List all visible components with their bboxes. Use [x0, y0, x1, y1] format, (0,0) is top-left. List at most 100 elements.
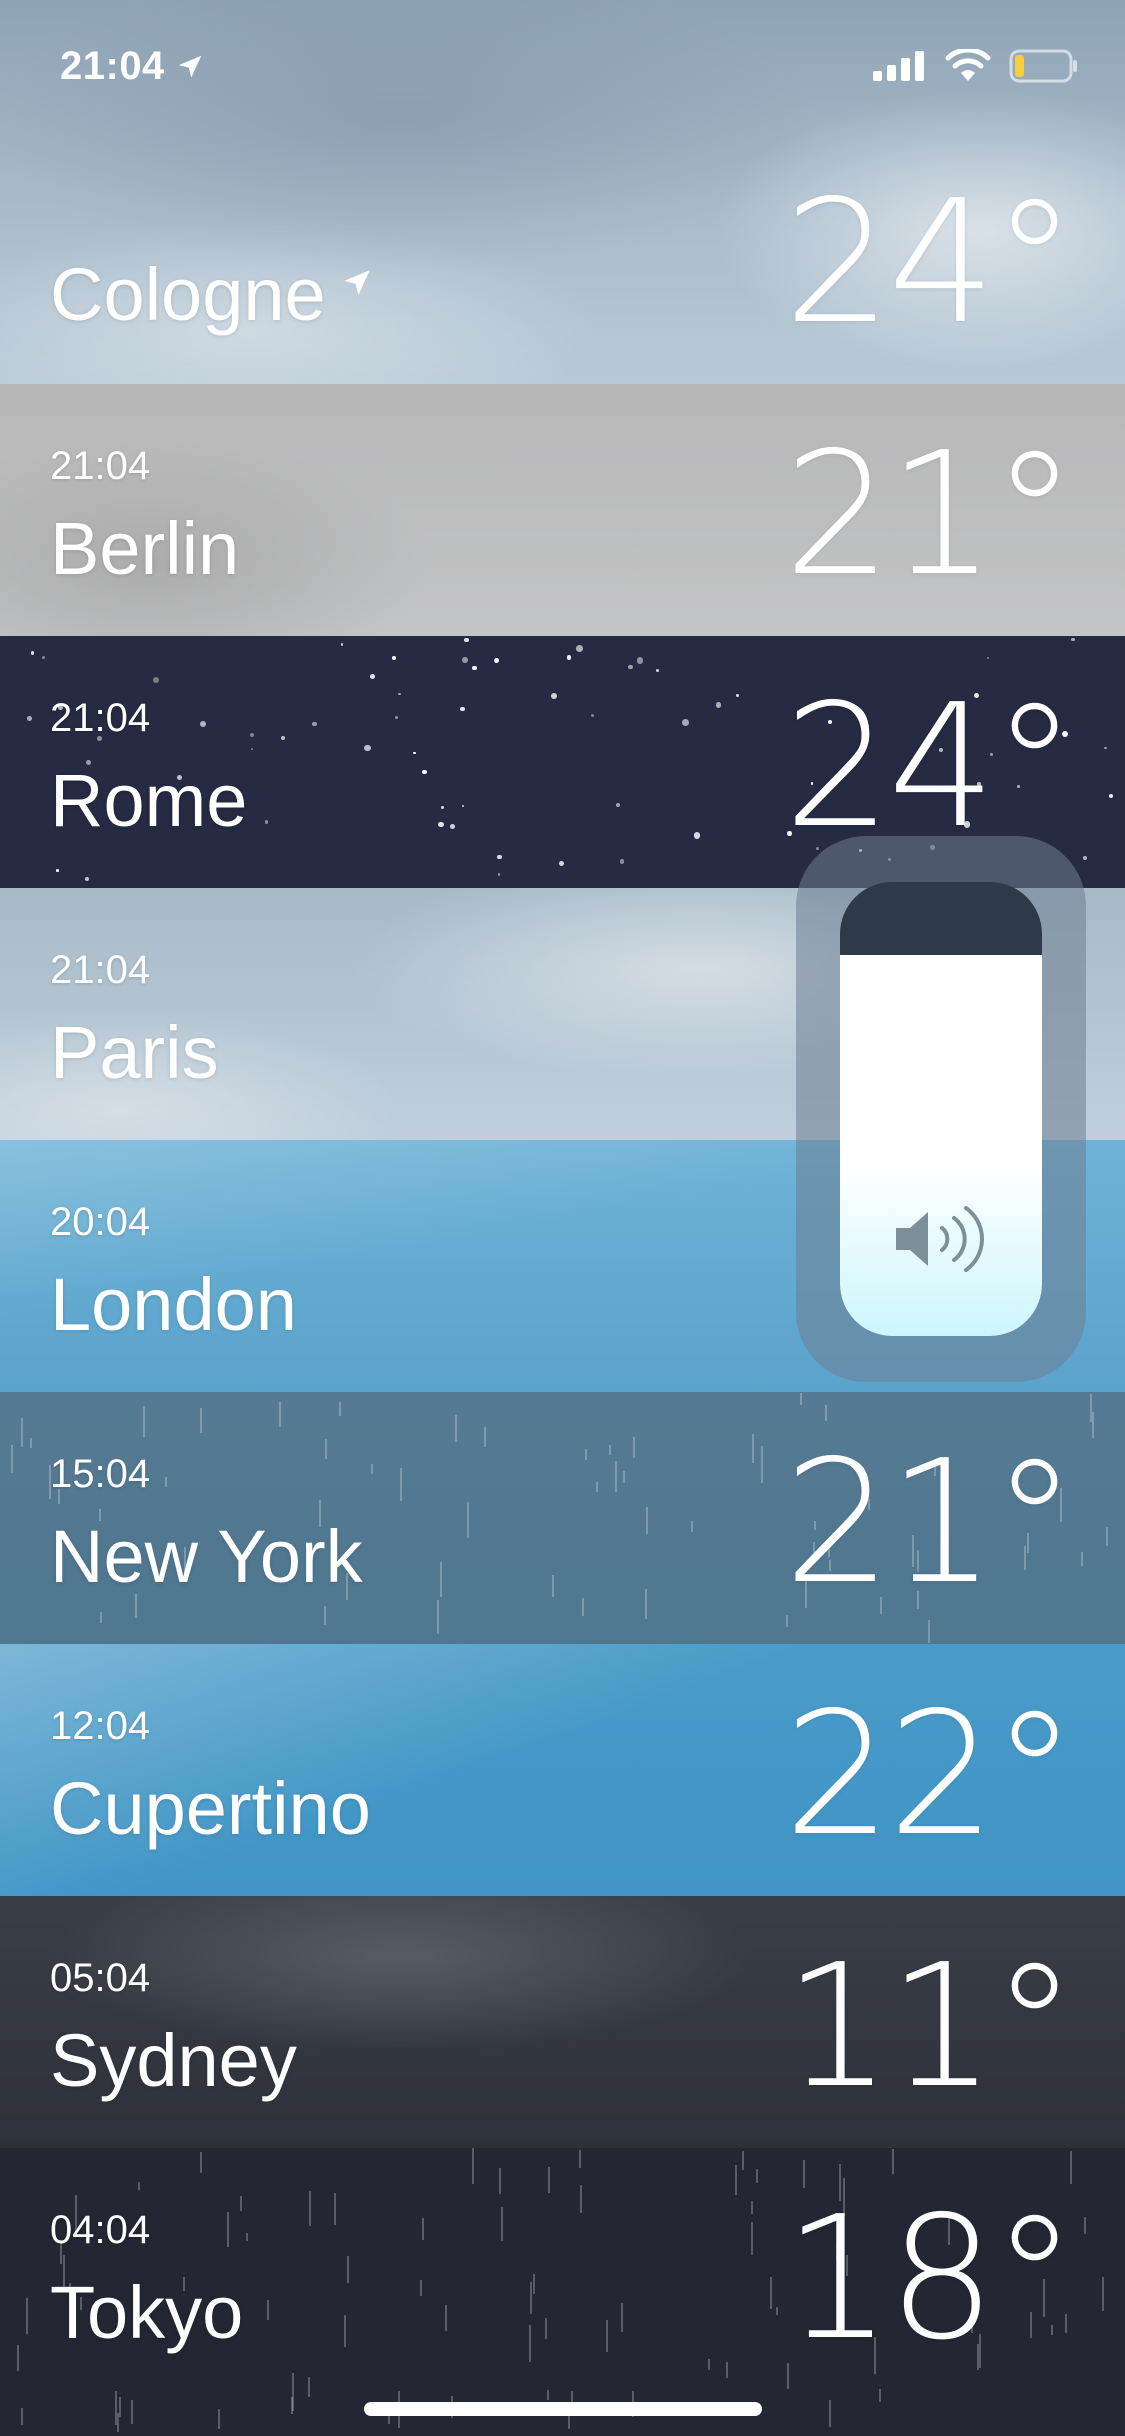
status-icons: [871, 48, 1079, 84]
star-decoration: [312, 721, 318, 727]
star-decoration: [370, 674, 375, 679]
rain-decoration: [308, 2190, 311, 2227]
star-decoration: [1108, 793, 1114, 799]
star-decoration: [398, 693, 401, 696]
city-local-time: 20:04: [50, 1200, 151, 1244]
city-name: London: [50, 1263, 297, 1346]
rain-decoration: [544, 2317, 547, 2340]
star-decoration: [693, 831, 701, 839]
rain-decoration: [344, 2314, 347, 2348]
city-local-time: 21:04: [50, 444, 151, 488]
rain-decoration: [609, 1444, 612, 1455]
rain-decoration: [226, 2212, 229, 2248]
rain-decoration: [546, 2390, 549, 2401]
star-decoration: [392, 655, 396, 660]
star-decoration: [153, 676, 159, 683]
rain-decoration: [420, 2279, 423, 2297]
city-row-tokyo[interactable]: 04:04 Tokyo 18°: [0, 2148, 1125, 2436]
rain-decoration: [614, 1460, 617, 1492]
city-row-cupertino[interactable]: 12:04 Cupertino 22°: [0, 1644, 1125, 1896]
star-decoration: [280, 735, 286, 741]
rain-decoration: [751, 2201, 754, 2215]
rain-decoration: [741, 2150, 744, 2170]
rain-decoration: [529, 2282, 532, 2314]
star-decoration: [464, 638, 469, 643]
rain-decoration: [291, 2396, 294, 2414]
rain-decoration: [436, 1599, 439, 1635]
city-temperature: 18°: [783, 2180, 1077, 2378]
rain-decoration: [761, 1445, 764, 1483]
rain-decoration: [131, 2400, 134, 2425]
rain-decoration: [769, 2276, 772, 2309]
city-row-berlin[interactable]: 21:04 Berlin 21°: [0, 384, 1125, 636]
star-decoration: [576, 644, 583, 652]
city-row-sydney[interactable]: 05:04 Sydney 11°: [0, 1896, 1125, 2148]
city-temperature: 24°: [783, 164, 1077, 362]
rain-decoration: [1101, 2276, 1104, 2312]
volume-slider[interactable]: [840, 882, 1042, 1336]
home-indicator[interactable]: [364, 2402, 762, 2416]
rain-decoration: [333, 2192, 336, 2225]
star-decoration: [472, 665, 477, 671]
rain-decoration: [445, 2305, 448, 2331]
rain-decoration: [707, 2359, 710, 2370]
star-decoration: [986, 656, 990, 659]
rain-decoration: [466, 1502, 469, 1538]
rain-decoration: [279, 1402, 282, 1428]
city-name: Berlin: [50, 507, 240, 590]
rain-decoration: [529, 2325, 532, 2363]
city-row-newyork[interactable]: 15:04 New York 21°: [0, 1392, 1125, 1644]
rain-decoration: [267, 2300, 270, 2321]
city-local-time: 21:04: [50, 696, 151, 740]
star-decoration: [1103, 746, 1107, 750]
star-decoration: [449, 824, 455, 830]
city-name: Rome: [50, 759, 248, 842]
speaker-icon: [896, 1206, 984, 1272]
rain-decoration: [138, 2181, 141, 2191]
rain-decoration: [645, 1589, 648, 1620]
city-name: New York: [50, 1515, 363, 1598]
rain-decoration: [143, 1406, 146, 1438]
star-decoration: [265, 820, 269, 824]
rain-decoration: [620, 2303, 623, 2332]
star-decoration: [736, 693, 740, 697]
city-local-time: 05:04: [50, 1956, 151, 2000]
rain-decoration: [751, 1433, 754, 1464]
rain-decoration: [824, 1404, 827, 1421]
star-decoration: [497, 854, 502, 860]
rain-decoration: [10, 1444, 13, 1473]
rain-decoration: [605, 2320, 608, 2352]
star-decoration: [1083, 855, 1088, 860]
star-decoration: [591, 714, 595, 718]
star-decoration: [616, 802, 621, 807]
star-decoration: [422, 769, 427, 775]
rain-decoration: [500, 2207, 503, 2242]
location-arrow-icon: [343, 269, 370, 295]
rain-decoration: [498, 2168, 501, 2194]
city-temperature: 21°: [783, 1424, 1077, 1622]
star-decoration: [619, 859, 624, 864]
city-name: Cupertino: [50, 1767, 371, 1850]
rain-decoration: [1106, 1526, 1109, 1547]
rain-decoration: [878, 2389, 881, 2402]
rain-decoration: [323, 1605, 326, 1625]
rain-decoration: [579, 2184, 582, 2213]
star-decoration: [394, 715, 399, 719]
rain-decoration: [245, 2232, 248, 2242]
city-local-time: 04:04: [50, 2208, 151, 2252]
rain-decoration: [578, 2149, 581, 2168]
city-name: Cologne: [50, 252, 374, 337]
rain-decoration: [165, 1477, 168, 1488]
rain-decoration: [829, 2399, 832, 2428]
rain-decoration: [1080, 1552, 1083, 1566]
rain-decoration: [21, 1418, 24, 1448]
rain-decoration: [646, 1507, 649, 1534]
rain-decoration: [21, 2408, 24, 2426]
rain-decoration: [308, 2377, 311, 2397]
weather-screen: 21:04 Cologne 24° 21:04 Berlin 21° 21:04…: [0, 0, 1125, 2436]
star-decoration: [1071, 637, 1075, 642]
city-temperature: 24°: [783, 668, 1077, 866]
star-decoration: [438, 822, 444, 828]
rain-decoration: [440, 1561, 443, 1597]
rain-decoration: [1084, 2217, 1087, 2234]
